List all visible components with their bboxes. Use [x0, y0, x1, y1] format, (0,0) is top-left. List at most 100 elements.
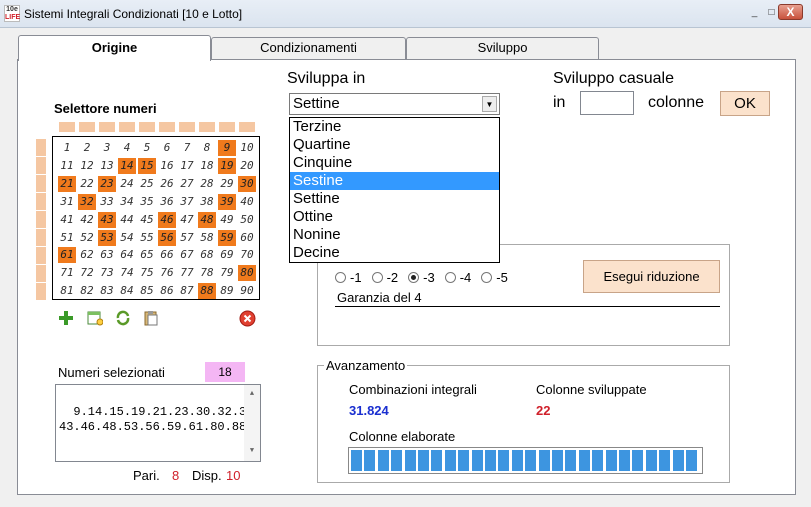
esegui-riduzione-button[interactable]: Esegui riduzione — [583, 260, 720, 293]
minimize-button[interactable]: _ — [747, 6, 762, 20]
number-cell[interactable]: 89 — [218, 283, 236, 299]
number-cell[interactable]: 50 — [238, 212, 256, 228]
number-cell[interactable]: 85 — [138, 283, 156, 299]
number-cell[interactable]: 82 — [78, 283, 96, 299]
clipboard-icon[interactable] — [143, 310, 159, 326]
number-cell[interactable]: 39 — [218, 193, 236, 210]
number-cell[interactable]: 83 — [98, 283, 116, 299]
number-cell[interactable]: 88 — [198, 283, 216, 300]
column-header[interactable] — [59, 122, 75, 132]
number-cell[interactable]: 60 — [238, 230, 256, 246]
number-cell[interactable]: 2 — [78, 140, 96, 156]
number-cell[interactable]: 65 — [138, 247, 156, 263]
number-cell[interactable]: 15 — [138, 157, 156, 174]
number-cell[interactable]: 45 — [138, 212, 156, 228]
number-cell[interactable]: 33 — [98, 194, 116, 210]
number-cell[interactable]: 76 — [158, 265, 176, 281]
number-cell[interactable]: 7 — [178, 140, 196, 156]
number-cell[interactable]: 74 — [118, 265, 136, 281]
number-cell[interactable]: 56 — [158, 229, 176, 246]
number-cell[interactable]: 25 — [138, 176, 156, 192]
new-list-icon[interactable] — [87, 310, 104, 326]
number-cell[interactable]: 29 — [218, 176, 236, 192]
dropdown-option[interactable]: Decine — [290, 244, 499, 262]
row-header[interactable] — [36, 175, 46, 192]
number-cell[interactable]: 71 — [58, 265, 76, 281]
number-cell[interactable]: 62 — [78, 247, 96, 263]
number-cell[interactable]: 52 — [78, 230, 96, 246]
column-header[interactable] — [79, 122, 95, 132]
riduzione-radio[interactable]: -1 — [335, 270, 362, 285]
sviluppa-dropdown[interactable]: Settine ▼ — [289, 93, 500, 115]
number-cell[interactable]: 10 — [238, 140, 256, 156]
number-cell[interactable]: 81 — [58, 283, 76, 299]
riduzione-radio[interactable]: -3 — [408, 270, 435, 285]
number-cell[interactable]: 77 — [178, 265, 196, 281]
number-cell[interactable]: 64 — [118, 247, 136, 263]
number-cell[interactable]: 14 — [118, 157, 136, 174]
riduzione-radio[interactable]: -4 — [444, 270, 471, 285]
row-header[interactable] — [36, 265, 46, 282]
dropdown-option[interactable]: Settine — [290, 190, 499, 208]
number-cell[interactable]: 3 — [98, 140, 116, 156]
number-cell[interactable]: 43 — [98, 211, 116, 228]
number-cell[interactable]: 54 — [118, 230, 136, 246]
number-cell[interactable]: 53 — [98, 229, 116, 246]
number-cell[interactable]: 35 — [138, 194, 156, 210]
colonne-input[interactable] — [580, 91, 634, 115]
column-header[interactable] — [119, 122, 135, 132]
add-icon[interactable] — [58, 310, 74, 326]
number-cell[interactable]: 13 — [98, 158, 116, 174]
number-cell[interactable]: 6 — [158, 140, 176, 156]
refresh-icon[interactable] — [115, 310, 131, 326]
number-cell[interactable]: 18 — [198, 158, 216, 174]
chevron-down-icon[interactable]: ▼ — [482, 96, 497, 112]
number-cell[interactable]: 22 — [78, 176, 96, 192]
number-cell[interactable]: 47 — [178, 212, 196, 228]
number-cell[interactable]: 61 — [58, 247, 76, 264]
number-cell[interactable]: 34 — [118, 194, 136, 210]
dropdown-option[interactable]: Quartine — [290, 136, 499, 154]
number-cell[interactable]: 86 — [158, 283, 176, 299]
number-cell[interactable]: 48 — [198, 211, 216, 228]
column-header[interactable] — [179, 122, 195, 132]
riduzione-radio[interactable]: -2 — [371, 270, 398, 285]
number-cell[interactable]: 4 — [118, 140, 136, 156]
number-cell[interactable]: 68 — [198, 247, 216, 263]
number-cell[interactable]: 63 — [98, 247, 116, 263]
maximize-button[interactable]: □ — [764, 6, 779, 20]
number-cell[interactable]: 70 — [238, 247, 256, 263]
number-cell[interactable]: 87 — [178, 283, 196, 299]
number-cell[interactable]: 17 — [178, 158, 196, 174]
number-cell[interactable]: 24 — [118, 176, 136, 192]
column-header[interactable] — [199, 122, 215, 132]
number-cell[interactable]: 36 — [158, 194, 176, 210]
number-cell[interactable]: 26 — [158, 176, 176, 192]
number-cell[interactable]: 84 — [118, 283, 136, 299]
column-header[interactable] — [239, 122, 255, 132]
row-header[interactable] — [36, 247, 46, 264]
number-cell[interactable]: 73 — [98, 265, 116, 281]
number-cell[interactable]: 16 — [158, 158, 176, 174]
number-cell[interactable]: 23 — [98, 175, 116, 192]
dropdown-option[interactable]: Ottine — [290, 208, 499, 226]
riduzione-radio[interactable]: -5 — [481, 270, 508, 285]
tab-origine[interactable]: Origine — [18, 35, 211, 61]
number-cell[interactable]: 11 — [58, 158, 76, 174]
number-cell[interactable]: 72 — [78, 265, 96, 281]
number-cell[interactable]: 5 — [138, 140, 156, 156]
number-cell[interactable]: 37 — [178, 194, 196, 210]
number-cell[interactable]: 41 — [58, 212, 76, 228]
column-header[interactable] — [219, 122, 235, 132]
number-cell[interactable]: 30 — [238, 175, 256, 192]
dropdown-option[interactable]: Cinquine — [290, 154, 499, 172]
row-header[interactable] — [36, 157, 46, 174]
number-cell[interactable]: 49 — [218, 212, 236, 228]
tab-condizionamenti[interactable]: Condizionamenti — [211, 37, 406, 59]
number-cell[interactable]: 9 — [218, 140, 236, 156]
number-cell[interactable]: 20 — [238, 158, 256, 174]
number-cell[interactable]: 28 — [198, 176, 216, 192]
number-cell[interactable]: 67 — [178, 247, 196, 263]
number-cell[interactable]: 78 — [198, 265, 216, 281]
number-cell[interactable]: 21 — [58, 175, 76, 192]
